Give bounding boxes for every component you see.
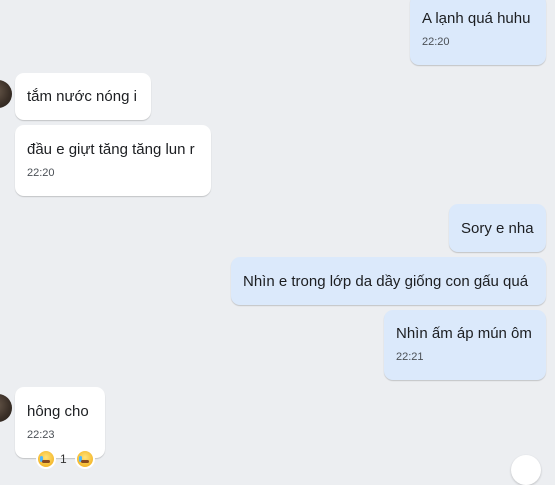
message-text: A lạnh quá huhu [422, 10, 531, 27]
message-bubble-incoming[interactable]: hông cho 22:23 [15, 387, 105, 458]
message-time: 22:23 [27, 429, 55, 441]
message-reactions[interactable]: 1 [36, 449, 95, 469]
message-time: 22:21 [396, 351, 424, 363]
message-text: đầu e giựt tăng tăng lun r [27, 141, 195, 158]
contact-avatar[interactable] [0, 80, 12, 108]
message-text: Nhìn e trong lớp da dầy giống con gấu qu… [243, 273, 529, 290]
message-text: Nhìn ấm áp mún ôm [396, 325, 532, 342]
message-text: Sory e nha [461, 220, 534, 237]
message-text: hông cho [27, 403, 89, 420]
message-bubble-incoming[interactable]: đầu e giựt tăng tăng lun r 22:20 [15, 125, 211, 196]
reaction-count: 1 [60, 452, 67, 466]
message-time: 22:20 [27, 167, 55, 179]
message-bubble-outgoing[interactable]: Sory e nha [449, 204, 546, 252]
crying-face-icon [36, 449, 56, 469]
crying-face-icon[interactable] [74, 449, 95, 469]
scroll-down-button[interactable] [511, 455, 541, 485]
message-bubble-incoming[interactable]: tắm nước nóng i [15, 73, 151, 120]
message-bubble-outgoing[interactable]: Nhìn ấm áp mún ôm 22:21 [384, 310, 546, 380]
message-text: tắm nước nóng i [27, 88, 137, 105]
message-bubble-outgoing[interactable]: Nhìn e trong lớp da dầy giống con gấu qu… [231, 257, 546, 305]
message-bubble-outgoing[interactable]: A lạnh quá huhu 22:20 [410, 0, 546, 65]
contact-avatar[interactable] [0, 394, 12, 422]
message-time: 22:20 [422, 36, 450, 48]
